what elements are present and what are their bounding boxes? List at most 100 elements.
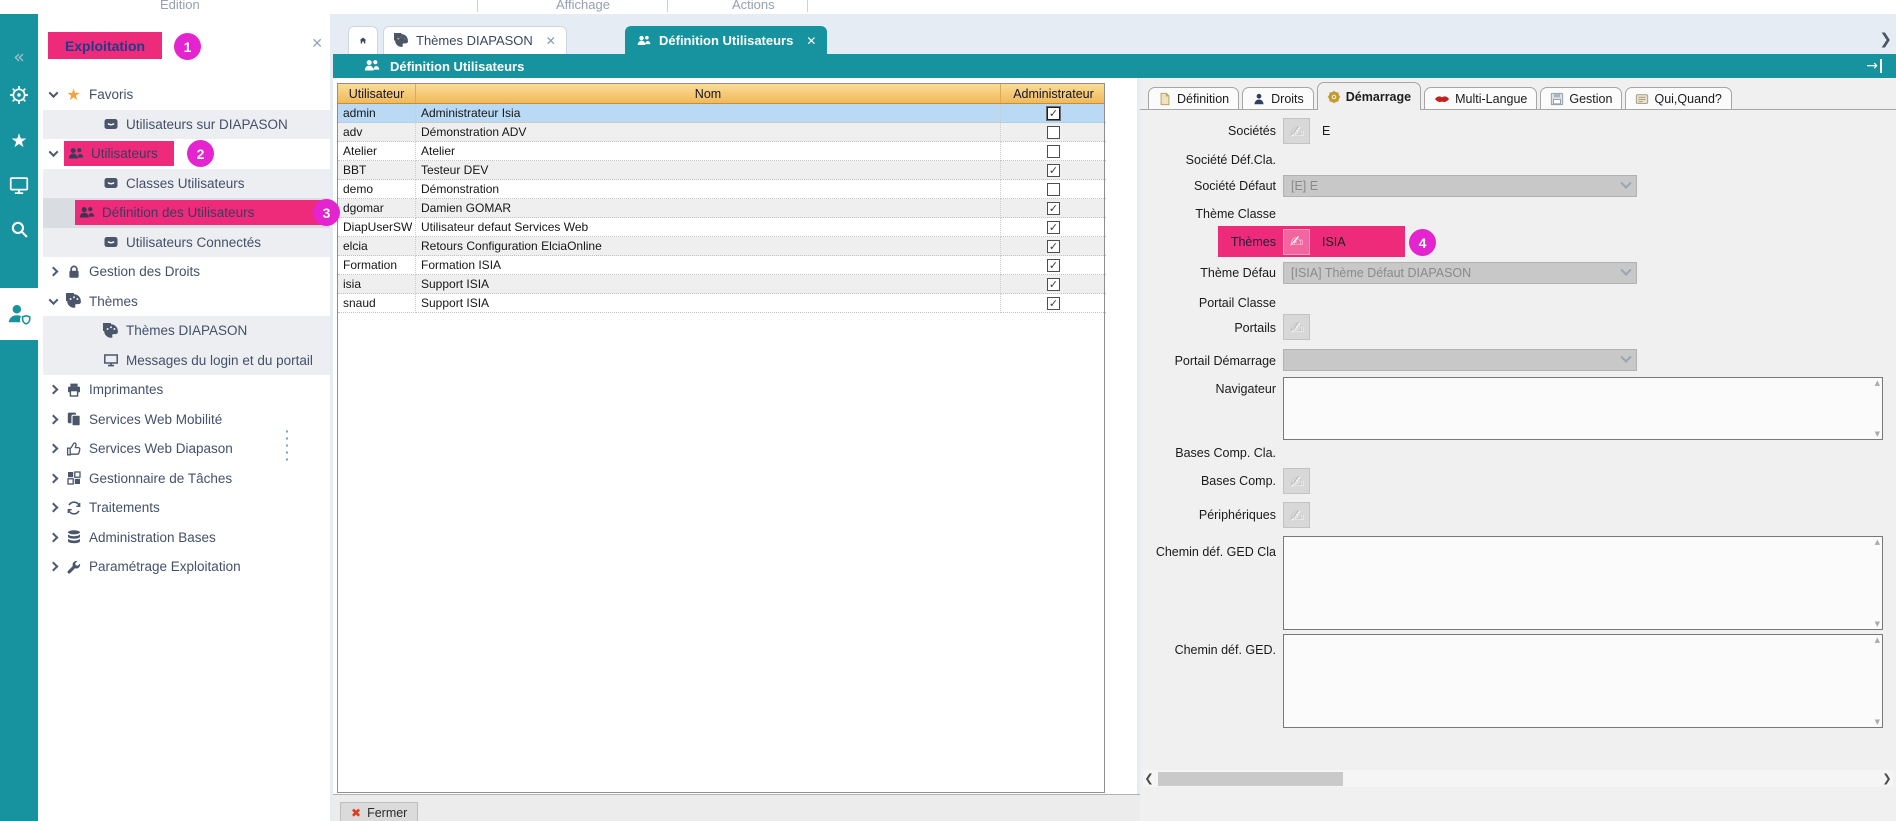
administrateur-checkbox[interactable]: ✓	[1047, 202, 1060, 215]
tree-item-themes-diapason[interactable]: Thèmes DIAPASON	[43, 316, 330, 346]
tree-item-administration-bases[interactable]: Administration Bases	[43, 523, 330, 553]
tab-home[interactable]	[348, 26, 378, 54]
chevron-right-icon[interactable]	[43, 268, 64, 275]
tree-item-parametrage-exploitation[interactable]: Paramétrage Exploitation	[43, 552, 330, 582]
table-row[interactable]: advDémonstration ADV	[338, 123, 1104, 142]
tab-themes-diapason[interactable]: Thèmes DIAPASON ✕	[383, 26, 567, 54]
chevron-right-icon[interactable]	[43, 475, 64, 482]
chemin-ged-cla-textarea[interactable]: ▲ ▼	[1283, 536, 1883, 630]
tab-overflow-chevron-icon[interactable]: ❯	[1879, 30, 1892, 48]
portails-picker-button[interactable]: ✍	[1283, 314, 1310, 340]
administrateur-checkbox[interactable]: ✓	[1047, 221, 1060, 234]
administrateur-checkbox[interactable]: ✓	[1047, 297, 1060, 310]
tab-droits[interactable]: Droits	[1242, 87, 1314, 110]
administrateur-checkbox[interactable]	[1047, 145, 1060, 158]
close-tab-icon[interactable]: ✕	[546, 34, 556, 48]
column-header-administrateur[interactable]: Administrateur	[1001, 84, 1106, 103]
tree-item-classes-utilisateurs[interactable]: Classes Utilisateurs	[43, 169, 330, 199]
scrollbar-track[interactable]	[1155, 772, 1881, 786]
chevron-right-icon[interactable]	[43, 534, 64, 541]
table-row[interactable]: elciaRetours Configuration ElciaOnline✓	[338, 237, 1104, 256]
chevron-right-icon[interactable]	[43, 504, 64, 511]
scroll-up-icon[interactable]: ▲	[1875, 379, 1880, 387]
tab-definition-utilisateurs[interactable]: Définition Utilisateurs ✕	[625, 26, 827, 54]
tree-close-icon[interactable]: ✕	[311, 36, 323, 52]
scroll-down-icon[interactable]: ▼	[1875, 718, 1880, 726]
scroll-up-icon[interactable]: ▲	[1875, 538, 1880, 546]
societes-picker-button[interactable]: ✍	[1283, 118, 1310, 144]
arrow-to-bar-icon[interactable]: →	[1866, 59, 1882, 73]
table-row[interactable]: demoDémonstration	[338, 180, 1104, 199]
fermer-button[interactable]: ✖ Fermer	[340, 802, 418, 821]
administrateur-checkbox[interactable]: ✓	[1047, 240, 1060, 253]
user-admin-section-active[interactable]	[0, 288, 38, 340]
administrateur-checkbox[interactable]	[1047, 183, 1060, 196]
table-row[interactable]: FormationFormation ISIA✓	[338, 256, 1104, 275]
navigateur-textarea[interactable]: ▲ ▼	[1283, 377, 1883, 440]
chevron-down-icon[interactable]	[43, 298, 64, 305]
panel-splitter-handle[interactable]	[284, 428, 290, 462]
menu-affichage[interactable]: Affichage	[556, 0, 610, 12]
chevron-right-icon[interactable]	[43, 563, 64, 570]
cell-administrateur: ✓	[1001, 237, 1106, 256]
societe-defaut-dropdown[interactable]: [E] E	[1283, 175, 1637, 197]
scroll-up-icon[interactable]: ▲	[1875, 636, 1880, 644]
tree-item-messages-login-portail[interactable]: Messages du login et du portail	[43, 346, 330, 376]
sync-arrows-icon	[64, 499, 83, 516]
administrateur-checkbox[interactable]: ✓	[1047, 164, 1060, 177]
table-row[interactable]: snaudSupport ISIA✓	[338, 294, 1104, 313]
close-tab-icon[interactable]: ✕	[806, 34, 816, 48]
themes-picker-button[interactable]: ✍	[1283, 229, 1310, 255]
horizontal-scrollbar[interactable]: ❮ ❯	[1143, 770, 1893, 787]
table-row[interactable]: DiapUserSWUtilisateur defaut Services We…	[338, 218, 1104, 237]
table-row[interactable]: adminAdministrateur Isia✓	[338, 104, 1104, 123]
tree-item-definition-des-utilisateurs[interactable]: Définition des Utilisateurs	[43, 198, 330, 228]
tab-qui-quand[interactable]: Qui,Quand?	[1625, 87, 1731, 110]
administrateur-checkbox[interactable]: ✓	[1047, 278, 1060, 291]
helm-settings-icon[interactable]	[0, 76, 38, 114]
column-header-utilisateur[interactable]: Utilisateur	[338, 84, 416, 103]
chemin-ged-textarea[interactable]: ▲ ▼	[1283, 634, 1883, 728]
tree-item-favoris[interactable]: ★ Favoris	[43, 80, 330, 110]
tree-title-highlight[interactable]: Exploitation	[48, 32, 162, 59]
tab-definition[interactable]: Définition	[1148, 87, 1239, 110]
favorites-star-icon[interactable]: ★	[0, 122, 38, 160]
tree-item-traitements[interactable]: Traitements	[43, 493, 330, 523]
tree-item-gestion-des-droits[interactable]: Gestion des Droits	[43, 257, 330, 287]
administrateur-checkbox[interactable]: ✓	[1047, 107, 1060, 120]
table-row[interactable]: dgomarDamien GOMAR✓	[338, 199, 1104, 218]
collapse-sidebar-icon[interactable]: «	[0, 38, 38, 76]
chevron-right-icon[interactable]	[43, 445, 64, 452]
administrateur-checkbox[interactable]: ✓	[1047, 259, 1060, 272]
scroll-right-icon[interactable]: ❯	[1881, 772, 1893, 785]
table-row[interactable]: isiaSupport ISIA✓	[338, 275, 1104, 294]
monitor-icon[interactable]	[0, 166, 38, 204]
tree-item-imprimantes[interactable]: Imprimantes	[43, 375, 330, 405]
portail-demarrage-dropdown[interactable]	[1283, 349, 1637, 371]
tab-gestion[interactable]: Gestion	[1540, 87, 1622, 110]
table-row[interactable]: AtelierAtelier	[338, 142, 1104, 161]
table-row[interactable]: BBTTesteur DEV✓	[338, 161, 1104, 180]
tab-multi-langue[interactable]: Multi-Langue	[1424, 87, 1537, 110]
menu-edition[interactable]: Edition	[160, 0, 200, 12]
administrateur-checkbox[interactable]	[1047, 126, 1060, 139]
bases-comp-picker-button[interactable]: ✍	[1283, 468, 1310, 494]
chevron-down-icon[interactable]	[43, 150, 64, 157]
tree-item-gestionnaire-de-taches[interactable]: Gestionnaire de Tâches	[43, 464, 330, 494]
chevron-right-icon[interactable]	[43, 416, 64, 423]
tree-item-utilisateurs-sur-diapason[interactable]: Utilisateurs sur DIAPASON	[43, 110, 330, 140]
peripheriques-picker-button[interactable]: ✍	[1283, 502, 1310, 528]
chevron-down-icon[interactable]	[43, 91, 64, 98]
scrollbar-thumb[interactable]	[1158, 772, 1343, 786]
scroll-left-icon[interactable]: ❮	[1143, 772, 1155, 785]
column-header-nom[interactable]: Nom	[416, 84, 1001, 103]
scroll-down-icon[interactable]: ▼	[1875, 430, 1880, 438]
tree-item-themes[interactable]: Thèmes	[43, 287, 330, 317]
theme-defau-dropdown[interactable]: [ISIA] Thème Défaut DIAPASON	[1283, 262, 1637, 284]
tab-demarrage[interactable]: Démarrage	[1317, 82, 1421, 110]
scroll-down-icon[interactable]: ▼	[1875, 620, 1880, 628]
menu-actions[interactable]: Actions	[732, 0, 775, 12]
search-icon[interactable]	[0, 210, 38, 248]
tree-item-utilisateurs-connectes[interactable]: Utilisateurs Connectés	[43, 228, 330, 258]
chevron-right-icon[interactable]	[43, 386, 64, 393]
